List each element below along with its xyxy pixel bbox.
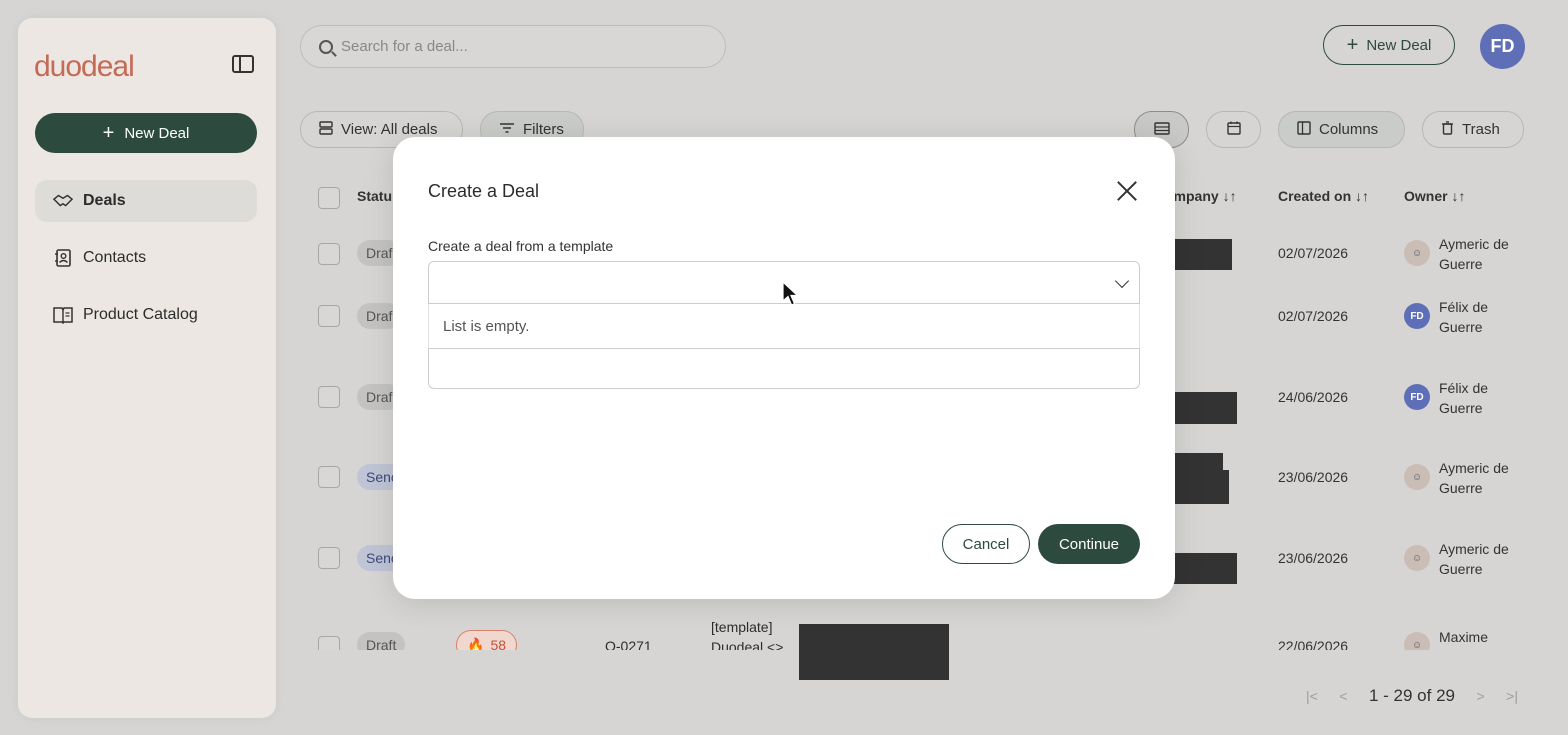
table-icon xyxy=(1153,121,1170,138)
owner-name: Maxime xyxy=(1439,629,1489,645)
filters-label: Filters xyxy=(523,121,564,138)
column-header-status[interactable]: Statu xyxy=(357,188,392,204)
sidebar-item-label: Deals xyxy=(83,192,126,209)
owner-name: Aymeric de Guerre xyxy=(1439,460,1509,496)
row-checkbox[interactable] xyxy=(318,547,340,569)
app-logo[interactable]: duodeal xyxy=(34,50,135,84)
pagination: |< < 1 - 29 of 29 > >| xyxy=(1306,684,1518,708)
deal-name[interactable]: [template] Duodeal <> xyxy=(711,617,791,650)
prev-page-icon[interactable]: < xyxy=(1339,688,1347,704)
trash-icon xyxy=(1441,120,1454,139)
catalog-book-icon xyxy=(53,306,73,324)
last-page-icon[interactable]: >| xyxy=(1506,688,1518,704)
first-page-icon[interactable]: |< xyxy=(1306,688,1318,704)
row-checkbox[interactable] xyxy=(318,636,340,650)
search-input[interactable]: Search for a deal... xyxy=(300,25,726,68)
owner-name: Félix de Guerre xyxy=(1439,299,1489,335)
template-dropdown-list: List is empty. xyxy=(428,304,1140,349)
column-header-company[interactable]: ompany ↓↑ xyxy=(1165,188,1237,204)
sidebar-item-label: Contacts xyxy=(83,249,147,266)
contact-book-icon xyxy=(53,249,73,267)
calendar-icon xyxy=(1226,121,1241,138)
sidebar-toggle-icon[interactable] xyxy=(232,55,254,73)
row-checkbox[interactable] xyxy=(318,466,340,488)
owner-avatar: FD xyxy=(1404,303,1430,329)
columns-button[interactable]: Columns xyxy=(1278,111,1405,148)
sidebar-item-contacts[interactable]: Contacts xyxy=(35,237,257,279)
score-badge: 🔥 58 xyxy=(456,630,518,651)
sidebar-item-label: Product Catalog xyxy=(83,306,198,323)
deal-name-input[interactable] xyxy=(428,348,1140,389)
score-value: 58 xyxy=(490,637,507,650)
modal-title: Create a Deal xyxy=(428,181,540,201)
created-date: 22/06/2026 xyxy=(1278,638,1349,650)
template-field-label: Create a deal from a template xyxy=(428,238,614,254)
cancel-button[interactable]: Cancel xyxy=(942,524,1030,564)
close-icon[interactable] xyxy=(1115,179,1139,203)
row-checkbox[interactable] xyxy=(318,305,340,327)
sidebar-new-deal-button[interactable]: + New Deal xyxy=(35,113,257,153)
row-checkbox[interactable] xyxy=(318,243,340,265)
owner-avatar: ☺ xyxy=(1404,240,1430,266)
status-badge: Draft xyxy=(357,632,406,650)
pagination-range: 1 - 29 of 29 xyxy=(1368,686,1455,705)
empty-list-message: List is empty. xyxy=(443,317,530,335)
layers-icon xyxy=(319,120,333,139)
search-placeholder: Search for a deal... xyxy=(341,38,468,55)
next-page-icon[interactable]: > xyxy=(1476,688,1484,704)
trash-label: Trash xyxy=(1462,121,1500,138)
redacted-block xyxy=(1165,239,1232,270)
owner-avatar: ☺ xyxy=(1404,545,1430,571)
flame-icon: 🔥 xyxy=(467,636,485,651)
sidebar-item-product-catalog[interactable]: Product Catalog xyxy=(35,294,257,336)
header-new-deal-button[interactable]: + New Deal xyxy=(1323,25,1455,65)
created-date: 02/07/2026 xyxy=(1278,308,1349,324)
created-date: 23/06/2026 xyxy=(1278,550,1349,566)
create-deal-modal: Create a Deal Create a deal from a templ… xyxy=(393,137,1175,599)
owner-name: Aymeric de Guerre xyxy=(1439,236,1509,272)
owner-name: Félix de Guerre xyxy=(1439,380,1489,416)
row-checkbox[interactable] xyxy=(318,386,340,408)
filter-icon xyxy=(499,121,515,138)
columns-label: Columns xyxy=(1319,121,1379,138)
search-icon xyxy=(319,39,333,54)
plus-icon: + xyxy=(102,122,115,144)
owner-avatar: ☺ xyxy=(1404,464,1430,490)
owner-name: Aymeric de Guerre xyxy=(1439,541,1509,577)
select-all-checkbox[interactable] xyxy=(318,187,340,209)
owner-avatar: FD xyxy=(1404,384,1430,410)
trash-button[interactable]: Trash xyxy=(1422,111,1524,148)
column-header-owner[interactable]: Owner ↓↑ xyxy=(1404,188,1465,204)
created-date: 24/06/2026 xyxy=(1278,389,1349,405)
sidebar-item-deals[interactable]: Deals xyxy=(35,180,257,222)
sidebar: duodeal + New Deal Deals Contacts Produc… xyxy=(18,18,276,718)
handshake-icon xyxy=(53,192,73,210)
owner-avatar: ☺ xyxy=(1404,632,1430,650)
new-deal-label: New Deal xyxy=(1366,36,1432,54)
calendar-view-button[interactable] xyxy=(1206,111,1261,148)
user-avatar[interactable]: FD xyxy=(1480,24,1525,69)
deal-ref: O-0271 xyxy=(605,638,652,650)
created-date: 23/06/2026 xyxy=(1278,469,1349,485)
columns-icon xyxy=(1297,120,1311,139)
new-deal-label: New Deal xyxy=(124,124,190,142)
column-header-created-on[interactable]: Created on ↓↑ xyxy=(1278,188,1369,204)
chevron-down-icon[interactable] xyxy=(1114,273,1130,289)
view-label: View: All deals xyxy=(341,121,438,138)
continue-button[interactable]: Continue xyxy=(1038,524,1140,564)
redacted-block xyxy=(799,624,949,680)
created-date: 02/07/2026 xyxy=(1278,245,1349,261)
plus-icon: + xyxy=(1346,34,1359,56)
